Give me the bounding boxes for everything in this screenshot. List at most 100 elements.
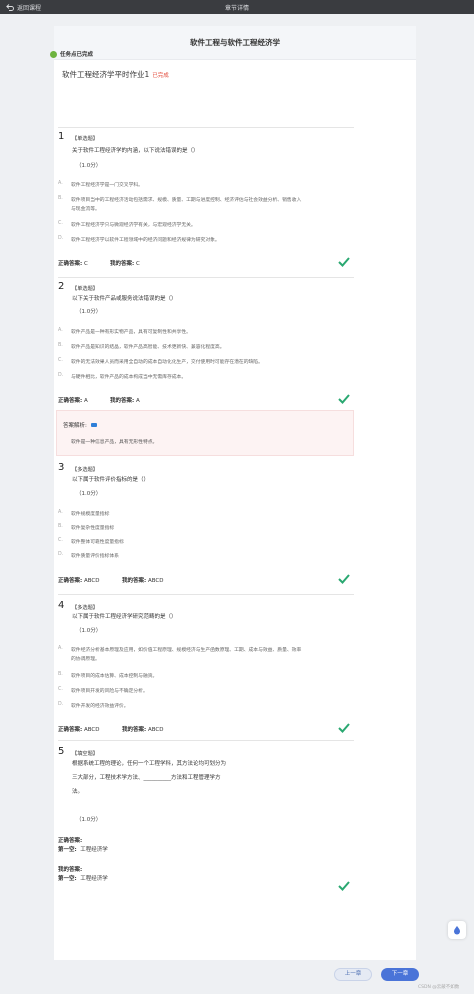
correct-answer-label: 正确答案: [58, 578, 83, 584]
next-chapter-button[interactable]: 下一章 [381, 968, 419, 981]
question-stem-line: 法。 [72, 789, 84, 795]
option-letter: D. [58, 236, 64, 241]
option-b: B. 软件复杂性度量指标 [58, 524, 303, 533]
drop-icon [454, 926, 460, 935]
correct-check-icon [338, 257, 350, 267]
question-type: 【单选题】 [72, 286, 98, 292]
option-text: 软件规模度量指标 [71, 512, 110, 517]
top-bar: 返回课程 章节详情 [0, 0, 474, 14]
task-status-label: 任务点已完成 [60, 52, 94, 58]
question-type: 【单选题】 [72, 136, 98, 142]
correct-check-icon [338, 574, 350, 584]
my-answer-label: 我的答案: [110, 398, 135, 404]
option-text: 与硬件相比，软件产品的成本构成当中无需库存成本。 [71, 375, 187, 380]
chapter-title: 软件工程与软件工程经济学 [54, 26, 416, 60]
question-type: 【多选题】 [72, 467, 98, 473]
correct-answer-value: ABCD [83, 727, 100, 733]
homework-title: 软件工程经济学平时作业1 已完成 [62, 69, 169, 80]
question-score: （1.0分） [76, 491, 102, 497]
option-c: C. 软件的无法效果人员而采用全自动的成本自动化化生产，交付使用时可能存在潜在的缺… [58, 358, 303, 367]
option-text: 软件经济分析基本原理及应用，如价值工程原理、规模经济与生产函数原理、工期、成本与… [71, 648, 302, 662]
floating-helper-button[interactable] [448, 921, 466, 939]
correct-check-icon [338, 881, 350, 891]
option-a: A. 软件产品是一种有形实物产品，具有可复制性和共享性。 [58, 328, 303, 337]
question-number: 5 [58, 746, 65, 757]
blank-value: 工程经济学 [80, 847, 108, 853]
correct-answer-blank: 第一空: 工程经济学 [58, 845, 108, 853]
divider [58, 594, 354, 595]
analysis-text: 软件是一种信息产品，具有无形性特点。 [71, 440, 158, 445]
blank-label: 第一空: [58, 847, 77, 853]
option-b: B. 软件产品是知识的结晶，软件产品高智能、技术更新快、兼容化程度高。 [58, 343, 303, 352]
my-answer-label: 我的答案: [122, 727, 147, 733]
question-type: 【填空题】 [72, 751, 98, 757]
answer-analysis: 答案解析: 软件是一种信息产品，具有无形性特点。 [56, 410, 354, 456]
my-answer-value: C [135, 261, 140, 267]
option-text: 软件工程经济学是一门交叉学科。 [71, 183, 143, 188]
option-c: C. 软件项目开发的风险与不确定分析。 [58, 687, 303, 696]
correct-answer-value: C [83, 261, 88, 267]
correct-answer: 正确答案: ABCD [58, 725, 99, 733]
correct-answer-value: A [83, 398, 88, 404]
mail-icon[interactable] [90, 423, 97, 427]
my-answer-value: ABCD [147, 727, 164, 733]
divider [58, 740, 354, 741]
my-answer: 我的答案: ABCD [122, 576, 163, 584]
option-letter: D. [58, 373, 64, 378]
question-number: 4 [58, 600, 65, 611]
correct-answer: 正确答案: A [58, 396, 88, 404]
option-b: B. 软件项目当中的工程经济活动包括需求、规模、质量、工期与进度控制、经济评估与社… [58, 196, 303, 214]
question-score: （1.0分） [76, 309, 102, 315]
correct-answer-label-text: 正确答案: [58, 838, 83, 844]
correct-answer-label: 正确答案: [58, 836, 82, 844]
question-5: 5 【填空题】 根据系统工程的理论，任何一个工程学科，其方法论均可划分为 三大部… [58, 746, 354, 896]
option-text: 软件复杂性度量指标 [71, 526, 115, 531]
option-letter: C. [58, 358, 63, 363]
my-answer-blank: 第一空: 工程经济学 [58, 874, 108, 882]
my-answer-value: ABCD [147, 578, 164, 584]
option-letter: B. [58, 196, 63, 201]
question-number: 1 [58, 131, 65, 142]
my-answer: 我的答案: ABCD [122, 725, 163, 733]
option-d: D. 软件开发的经济效益评价。 [58, 702, 303, 711]
my-answer: 我的答案: C [110, 259, 140, 267]
my-answer: 我的答案: A [110, 396, 140, 404]
question-stem: 以下关于软件产品或服务说法错误的是（） [72, 296, 177, 302]
option-letter: A. [58, 181, 63, 186]
option-d: D. 与硬件相比，软件产品的成本构成当中无需库存成本。 [58, 373, 303, 382]
correct-check-icon [338, 394, 350, 404]
correct-answer-label: 正确答案: [58, 398, 83, 404]
prev-chapter-button[interactable]: 上一章 [334, 968, 372, 981]
question-4: 4 【多选题】 以下属于软件工程经济学研究范畴的是（） （1.0分） A. 软件经… [58, 600, 354, 735]
question-stem: 关于软件工程经济学的内涵，以下说法错误的是（） [72, 148, 199, 154]
option-text: 软件工程经济学以软件工程领域中的经济问题和经济规律为研究对象。 [71, 238, 220, 243]
correct-check-icon [338, 723, 350, 733]
option-letter: B. [58, 524, 63, 529]
option-text: 软件质量评价指标体系 [71, 554, 119, 559]
correct-answer-value: ABCD [83, 578, 100, 584]
option-d: D. 软件工程经济学以软件工程领域中的经济问题和经济规律为研究对象。 [58, 236, 303, 245]
question-type: 【多选题】 [72, 605, 98, 611]
page-title: 章节详情 [224, 5, 249, 12]
watermark: CSDN @云蔽不如数 [418, 985, 460, 990]
option-c: C. 软件工程经济学只与微观经济学有关，与宏观经济学无关。 [58, 221, 303, 230]
option-letter: C. [58, 538, 63, 543]
homework-title-text: 软件工程经济学平时作业1 [62, 70, 150, 79]
option-letter: B. [58, 672, 63, 677]
question-number: 2 [58, 281, 65, 292]
analysis-label: 答案解析: [63, 423, 87, 429]
blank-value: 工程经济学 [80, 876, 108, 882]
question-score: （1.0分） [76, 163, 102, 169]
my-answer-label: 我的答案: [58, 865, 82, 873]
question-1: 1 【单选题】 关于软件工程经济学的内涵，以下说法错误的是（） （1.0分） A… [58, 131, 354, 271]
option-text: 软件产品是一种有形实物产品，具有可复制性和共享性。 [71, 330, 191, 335]
option-letter: A. [58, 328, 63, 333]
correct-answer-label: 正确答案: [58, 261, 83, 267]
my-answer-label: 我的答案: [110, 261, 135, 267]
homework-state: 已完成 [152, 73, 169, 79]
option-letter: A. [58, 510, 63, 515]
option-text: 软件的无法效果人员而采用全自动的成本自动化化生产，交付使用时可能存在潜在的缺陷。 [71, 360, 263, 365]
question-number: 3 [58, 462, 65, 473]
option-text: 软件工程经济学只与微观经济学有关，与宏观经济学无关。 [71, 223, 196, 228]
option-text: 软件整体可靠性度量指标 [71, 540, 124, 545]
